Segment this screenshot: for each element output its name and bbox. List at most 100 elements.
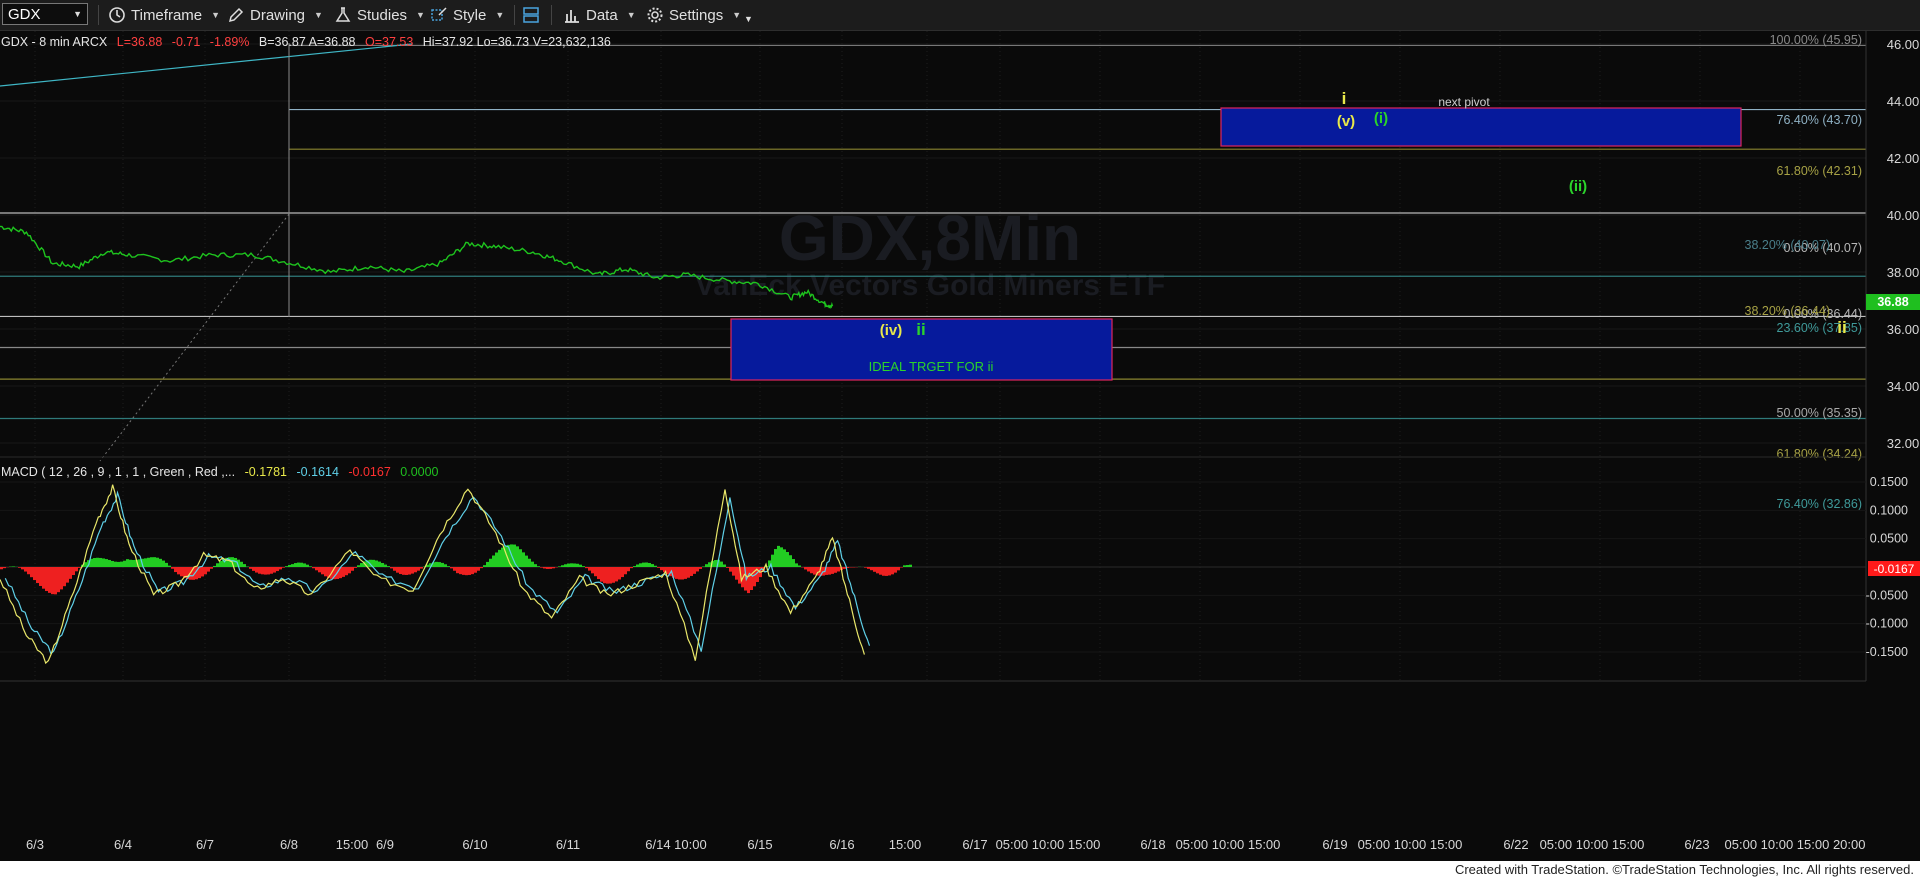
macd-histogram-bar bbox=[606, 567, 609, 584]
macd-histogram-bar bbox=[357, 565, 360, 567]
chart-area[interactable]: GDX,8Min VanEck Vectors Gold Miners ETF … bbox=[0, 31, 1920, 861]
macd-histogram-bar bbox=[903, 565, 906, 567]
price-tick-label: 32.00 bbox=[1887, 436, 1920, 451]
macd-histogram-bar bbox=[687, 567, 690, 578]
time-tick-label: 05:00 10:00 15:00 bbox=[1176, 837, 1281, 852]
wave-label-ii-right: ii bbox=[1837, 318, 1846, 337]
macd-histogram-bar bbox=[837, 567, 840, 572]
caret-down-icon: ▼ bbox=[732, 10, 742, 20]
macd-histogram-bar bbox=[261, 567, 264, 575]
macd-histogram-bar bbox=[675, 567, 678, 579]
macd-histogram-bar bbox=[831, 567, 834, 574]
macd-histogram-bar bbox=[66, 567, 69, 583]
macd-histogram-bar bbox=[648, 562, 651, 567]
macd-histogram-bar bbox=[315, 567, 318, 571]
macd-histogram-bar bbox=[207, 567, 210, 572]
macd-histogram-bar bbox=[288, 564, 291, 567]
style-icon bbox=[431, 7, 447, 21]
copyright-text: Created with TradeStation. ©TradeStation… bbox=[1454, 862, 1914, 877]
chevron-down-icon: ▼ bbox=[73, 9, 82, 19]
macd-tick-label: -0.0500 bbox=[1866, 588, 1908, 602]
macd-histogram-bar bbox=[597, 567, 600, 580]
macd-tick-label: 0.1000 bbox=[1870, 503, 1908, 517]
macd-histogram-bar bbox=[909, 564, 912, 567]
macd-histogram-bar bbox=[474, 567, 477, 573]
caret-down-icon: ▼ bbox=[626, 10, 636, 20]
price-tick-label: 42.00 bbox=[1887, 151, 1920, 166]
macd-histogram-bar bbox=[678, 567, 681, 580]
macd-histogram-bar bbox=[420, 567, 423, 569]
time-tick-label: 6/16 bbox=[829, 837, 854, 852]
macd-histogram-bar bbox=[279, 567, 282, 570]
macd-histogram-bar bbox=[282, 567, 285, 568]
macd-histogram-bar bbox=[165, 562, 168, 567]
data-button[interactable]: Data ▼ bbox=[563, 4, 636, 26]
time-tick-label: 15:00 bbox=[889, 837, 922, 852]
dotted-trendline[interactable] bbox=[99, 213, 290, 462]
toolbar-overflow-button[interactable]: ▼ bbox=[744, 8, 753, 30]
macd-last-label: -0.0167 bbox=[1874, 562, 1915, 576]
macd-histogram-bar bbox=[273, 567, 276, 573]
macd-tick-label: 0.1500 bbox=[1870, 475, 1908, 489]
layout-button[interactable] bbox=[522, 4, 545, 26]
macd-histogram-bar bbox=[174, 567, 177, 573]
price-axis[interactable]: 46.00 44.00 42.00 40.00 38.00 36.00 34.00 32.00 bbox=[1887, 37, 1920, 451]
macd-histogram-bar bbox=[24, 567, 27, 572]
macd-histogram-bar bbox=[483, 565, 486, 567]
trendline[interactable] bbox=[0, 43, 413, 87]
macd-histogram-bar bbox=[264, 567, 267, 575]
wave-label-i: i bbox=[1342, 89, 1347, 108]
macd-histogram-bar bbox=[300, 562, 303, 567]
macd-histogram-bar bbox=[378, 561, 381, 567]
header-last: L=36.88 bbox=[117, 35, 163, 49]
gear-icon bbox=[647, 7, 663, 23]
macd-histogram-bar bbox=[645, 562, 648, 567]
settings-button[interactable]: Settings ▼ bbox=[646, 4, 741, 26]
macd-histogram-bar bbox=[159, 558, 162, 567]
macd-histogram-bar bbox=[882, 567, 885, 576]
macd-histogram-bar bbox=[54, 567, 57, 595]
macd-histogram-bar bbox=[354, 567, 357, 568]
macd-histogram-bar bbox=[129, 559, 132, 567]
last-price-label: 36.88 bbox=[1877, 295, 1908, 309]
timeframe-button[interactable]: Timeframe ▼ bbox=[108, 4, 220, 26]
macd-histogram-bar bbox=[324, 567, 327, 577]
macd-histogram-bar bbox=[108, 559, 111, 567]
macd-histogram-bar bbox=[525, 555, 528, 567]
macd-histogram-bar bbox=[210, 567, 213, 569]
macd-tick-label: -0.1000 bbox=[1866, 617, 1908, 631]
macd-histogram-bar bbox=[105, 559, 108, 567]
macd-histogram-bar bbox=[120, 561, 123, 567]
macd-histogram-bar bbox=[42, 567, 45, 589]
macd-histogram-bar bbox=[582, 566, 585, 567]
macd-histogram-bar bbox=[516, 546, 519, 567]
studies-button[interactable]: Studies ▼ bbox=[334, 4, 425, 26]
style-button[interactable]: Style ▼ bbox=[430, 4, 504, 26]
macd-histogram-bar bbox=[93, 558, 96, 567]
macd-histogram-bar bbox=[600, 567, 603, 582]
macd-histogram-bar bbox=[498, 549, 501, 567]
macd-histogram-bar bbox=[696, 567, 699, 572]
macd-histogram-bar bbox=[243, 564, 246, 567]
next-pivot-box[interactable] bbox=[1220, 107, 1742, 147]
macd-histogram-bar bbox=[102, 558, 105, 567]
macd-histogram-bar bbox=[561, 565, 564, 567]
macd-histogram-bar bbox=[219, 560, 222, 567]
macd-histogram-bar bbox=[774, 549, 777, 567]
caret-down-icon: ▼ bbox=[495, 10, 505, 20]
macd-tick-label: -0.1500 bbox=[1866, 645, 1908, 659]
macd-histogram-bar bbox=[552, 567, 555, 569]
macd-histogram-bar bbox=[489, 558, 492, 567]
macd-zero-value: 0.0000 bbox=[400, 465, 438, 479]
symbol-selector[interactable]: GDX ▼ bbox=[2, 3, 88, 25]
macd-histogram-bar bbox=[180, 567, 183, 577]
time-axis[interactable]: 6/3 6/4 6/7 6/8 15:00 6/9 6/10 6/11 6/14 10:00 6/… bbox=[26, 837, 1866, 852]
macd-histogram-bar bbox=[348, 567, 351, 574]
macd-histogram-bar bbox=[843, 567, 846, 569]
price-tick-label: 34.00 bbox=[1887, 379, 1920, 394]
macd-histogram-bar bbox=[897, 567, 900, 571]
time-tick-label: 05:00 10:00 15:00 bbox=[1358, 837, 1463, 852]
time-tick-label: 6/22 bbox=[1503, 837, 1528, 852]
macd-histogram-bar bbox=[450, 567, 453, 569]
drawing-button[interactable]: Drawing ▼ bbox=[227, 4, 323, 26]
